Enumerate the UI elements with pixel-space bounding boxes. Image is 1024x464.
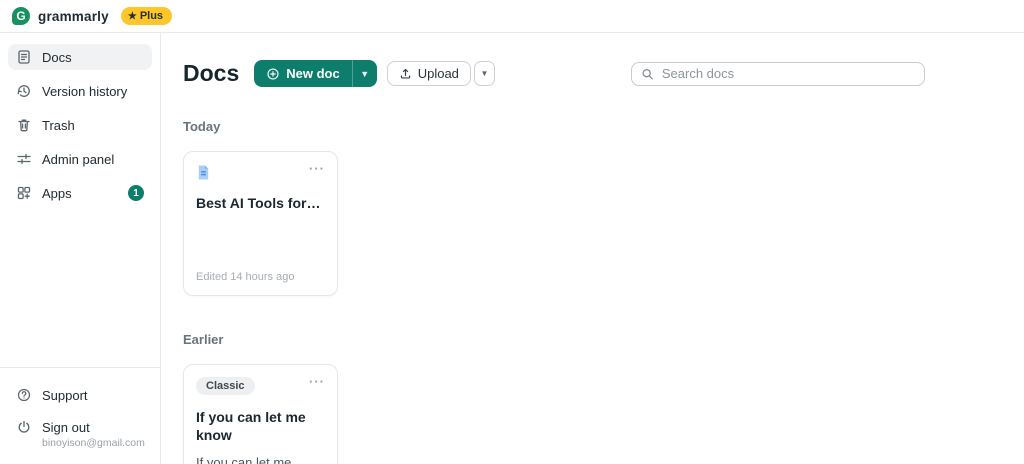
doc-card[interactable]: Classic ··· If you can let me know If yo… bbox=[183, 364, 338, 464]
search-box bbox=[630, 61, 925, 86]
sidebar-item-support[interactable]: Support bbox=[8, 382, 152, 408]
star-icon: ★ bbox=[127, 10, 137, 22]
blue-doc-icon bbox=[198, 165, 209, 180]
chevron-down-icon: ▼ bbox=[480, 69, 489, 78]
section-label-today: Today bbox=[183, 119, 221, 134]
doc-card-edited-timestamp: Edited 14 hours ago bbox=[196, 271, 295, 283]
grammarly-app: G grammarly ★ Plus Docs Version history bbox=[0, 0, 1024, 464]
sidebar-item-label: Support bbox=[42, 387, 88, 403]
section-label-earlier: Earlier bbox=[183, 332, 224, 347]
account-email: binoyison@gmail.com bbox=[42, 437, 145, 449]
sidebar-item-sign-out[interactable]: Sign out binoyison@gmail.com bbox=[8, 414, 152, 454]
logo-text: grammarly bbox=[38, 8, 109, 24]
sliders-icon bbox=[17, 153, 31, 165]
sidebar-item-label: Version history bbox=[42, 83, 128, 99]
classic-badge: Classic bbox=[196, 377, 255, 395]
upload-button[interactable]: Upload bbox=[386, 61, 471, 86]
plan-badge-label: Plus bbox=[139, 10, 164, 22]
overflow-menu-icon[interactable]: ··· bbox=[309, 375, 325, 388]
new-doc-button[interactable]: New doc bbox=[254, 66, 351, 81]
chevron-down-icon: ▼ bbox=[360, 68, 370, 79]
sidebar-footer: Support Sign out binoyison@gmail.com bbox=[0, 367, 160, 464]
main-content: Docs New doc ▼ Upload ▼ Search docs Toda… bbox=[161, 33, 1024, 464]
upload-dropdown-button[interactable]: ▼ bbox=[473, 61, 495, 86]
sidebar-item-version-history[interactable]: Version history bbox=[8, 78, 152, 104]
page-title: Docs bbox=[183, 60, 240, 86]
doc-card-title: Best AI Tools for… bbox=[196, 195, 321, 211]
plan-badge[interactable]: ★ Plus bbox=[120, 7, 173, 25]
sidebar-item-apps[interactable]: Apps 1 bbox=[8, 180, 152, 206]
help-circle-icon bbox=[17, 388, 31, 402]
doc-card-preview: If you can let me know 30 min early I co… bbox=[196, 455, 292, 464]
apps-grid-icon bbox=[17, 186, 31, 200]
new-doc-dropdown-button[interactable]: ▼ bbox=[353, 69, 377, 79]
doc-card-title: If you can let me know bbox=[196, 409, 306, 443]
upload-split-button: Upload ▼ bbox=[386, 61, 495, 86]
upload-label: Upload bbox=[417, 66, 459, 81]
new-doc-split-button: New doc ▼ bbox=[254, 60, 377, 87]
sidebar-item-label: Trash bbox=[42, 117, 75, 133]
history-icon bbox=[17, 85, 30, 97]
plus-circle-icon bbox=[267, 67, 279, 80]
grammarly-logo-icon[interactable]: G bbox=[12, 7, 30, 25]
document-icon bbox=[18, 50, 30, 64]
apps-count-badge: 1 bbox=[128, 185, 144, 201]
sidebar-item-label: Sign out bbox=[42, 419, 90, 435]
sidebar-item-label: Admin panel bbox=[42, 151, 115, 167]
doc-card[interactable]: ··· Best AI Tools for… Edited 14 hours a… bbox=[183, 151, 338, 296]
sidebar-item-admin-panel[interactable]: Admin panel bbox=[8, 146, 152, 172]
docs-toolbar: Docs New doc ▼ Upload ▼ Search docs bbox=[183, 60, 1024, 87]
sidebar: Docs Version history Trash Admin panel A… bbox=[0, 33, 161, 464]
sidebar-item-label: Docs bbox=[42, 49, 72, 65]
trash-icon bbox=[18, 119, 30, 132]
power-icon bbox=[18, 420, 30, 433]
overflow-menu-icon[interactable]: ··· bbox=[309, 162, 325, 175]
upload-icon bbox=[400, 68, 410, 79]
new-doc-label: New doc bbox=[286, 66, 340, 81]
sidebar-item-trash[interactable]: Trash bbox=[8, 112, 152, 138]
sidebar-item-docs[interactable]: Docs bbox=[8, 44, 152, 70]
search-icon bbox=[642, 68, 653, 79]
sidebar-item-label: Apps bbox=[42, 185, 72, 201]
search-input[interactable] bbox=[661, 66, 915, 81]
top-bar: G grammarly ★ Plus bbox=[0, 0, 1024, 33]
